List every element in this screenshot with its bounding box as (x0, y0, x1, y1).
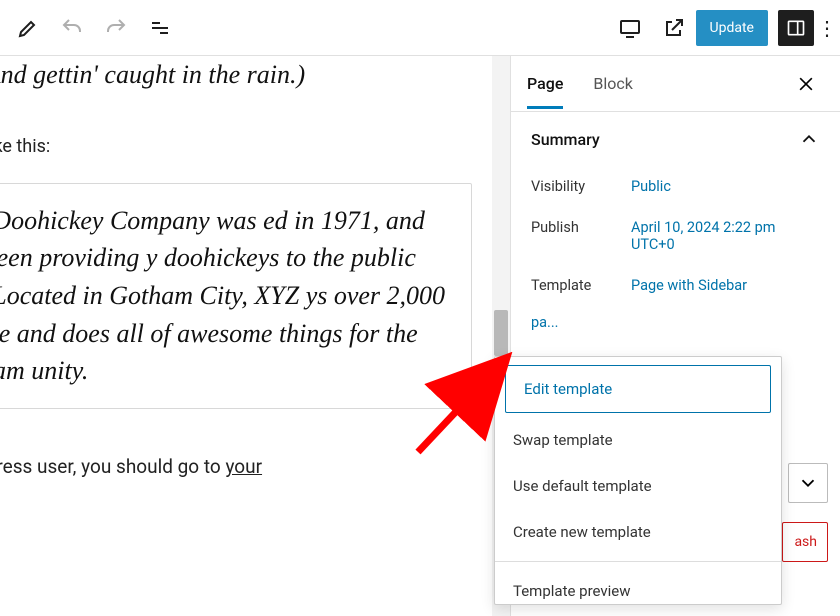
quote-paragraph-1[interactable]: as. (And gettin' caught in the rain.) (0, 56, 472, 94)
summary-body: Visibility Public Publish April 10, 2024… (511, 166, 840, 306)
redo-icon[interactable] (94, 6, 138, 50)
external-preview-icon[interactable] (652, 6, 696, 50)
summary-row-publish: Publish April 10, 2024 2:22 pm UTC+0 (531, 207, 820, 265)
plain-paragraph[interactable]: thing like this: (0, 136, 472, 157)
menu-item-template-preview[interactable]: Template preview (495, 568, 781, 600)
tab-block[interactable]: Block (593, 58, 632, 109)
more-options-icon[interactable]: ⋮ (820, 16, 834, 40)
menu-divider (495, 561, 781, 562)
view-desktop-icon[interactable] (608, 6, 652, 50)
template-value[interactable]: Page with Sidebar (631, 277, 747, 294)
menu-item-swap-template[interactable]: Swap template (495, 417, 781, 463)
menu-item-use-default-template[interactable]: Use default template (495, 463, 781, 509)
bottom-link[interactable]: your (225, 455, 262, 478)
collapsed-section-chevron[interactable] (788, 463, 828, 503)
bottom-paragraph-text: WordPress user, you should go to (0, 455, 225, 478)
update-button[interactable]: Update (696, 10, 768, 46)
undo-icon[interactable] (50, 6, 94, 50)
chevron-down-icon (797, 472, 819, 494)
publish-value[interactable]: April 10, 2024 2:22 pm UTC+0 (631, 219, 776, 253)
summary-row-visibility: Visibility Public (531, 166, 820, 207)
edit-icon[interactable] (6, 6, 50, 50)
workspace: as. (And gettin' caught in the rain.) th… (0, 56, 840, 616)
publish-date: April 10, 2024 2:22 pm (631, 219, 776, 236)
template-label: Template (531, 277, 631, 294)
settings-sidebar: Page Block Summary Visibility Public Pub… (510, 56, 840, 616)
move-to-trash-button[interactable]: ash (782, 522, 828, 562)
visibility-value[interactable]: Public (631, 178, 671, 195)
document-overview-icon[interactable] (138, 6, 182, 50)
chevron-up-icon (798, 128, 820, 150)
scrollbar-thumb[interactable] (494, 310, 508, 356)
sidebar-tabs: Page Block (511, 56, 840, 112)
menu-item-create-new-template[interactable]: Create new template (495, 509, 781, 555)
summary-heading: Summary (531, 130, 600, 149)
truncated-link[interactable]: pa... (511, 306, 840, 331)
visibility-label: Visibility (531, 178, 631, 195)
summary-section-header[interactable]: Summary (511, 112, 840, 166)
quote-paragraph-2[interactable]: XYZ Doohickey Company was ed in 1971, an… (0, 202, 453, 390)
quote-block[interactable]: XYZ Doohickey Company was ed in 1971, an… (0, 183, 472, 409)
tab-page[interactable]: Page (527, 58, 563, 109)
menu-item-edit-template[interactable]: Edit template (505, 365, 771, 413)
bottom-paragraph[interactable]: WordPress user, you should go to your (0, 455, 472, 478)
top-toolbar: Update ⋮ (0, 0, 840, 56)
template-dropdown-menu: Edit template Swap template Use default … (494, 356, 782, 605)
publish-label: Publish (531, 219, 631, 253)
publish-tz: UTC+0 (631, 236, 675, 253)
editor-canvas[interactable]: as. (And gettin' caught in the rain.) th… (0, 56, 492, 616)
summary-row-template: Template Page with Sidebar (531, 265, 820, 306)
close-sidebar-icon[interactable] (788, 66, 824, 102)
settings-panel-toggle-icon[interactable] (778, 10, 814, 46)
